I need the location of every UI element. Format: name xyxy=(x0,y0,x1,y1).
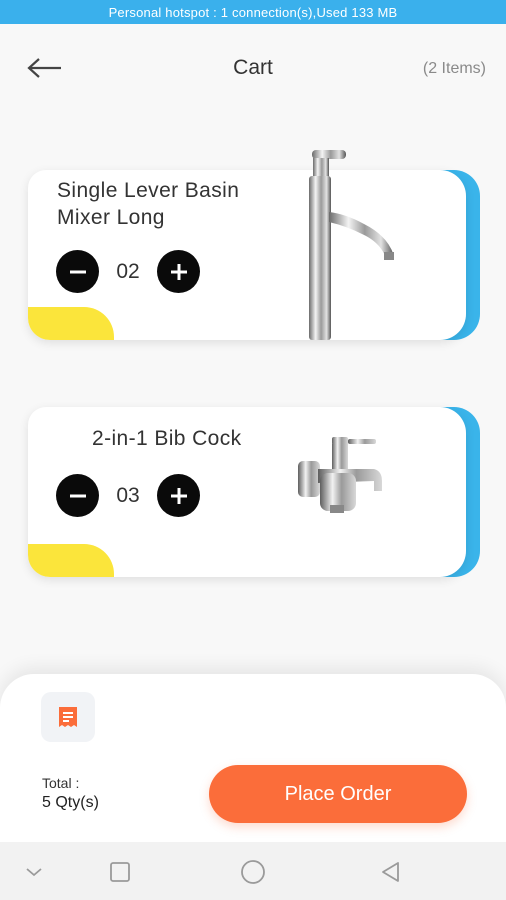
card-corner-decoration xyxy=(28,544,114,577)
basin-mixer-faucet-image xyxy=(309,150,394,340)
status-bar: Personal hotspot : 1 connection(s),Used … xyxy=(0,0,506,24)
header: Cart (2 Items) xyxy=(0,24,506,114)
minus-icon xyxy=(69,270,86,273)
item-count: (2 Items) xyxy=(422,60,486,77)
navigation-bar xyxy=(0,842,506,900)
recents-square-icon xyxy=(110,862,130,882)
product-name-line2: Mixer Long xyxy=(57,206,165,229)
quantity-value: 03 xyxy=(116,483,140,507)
total-quantity: 5 Qty(s) xyxy=(42,794,99,811)
decrease-quantity-button[interactable] xyxy=(56,474,99,517)
plus-icon xyxy=(170,263,187,280)
bib-cock-faucet-image xyxy=(298,437,382,513)
minus-icon xyxy=(69,494,86,497)
increase-quantity-button[interactable] xyxy=(157,250,200,293)
receipt-icon xyxy=(59,707,77,727)
back-triangle-icon xyxy=(382,862,399,882)
quantity-stepper: 03 xyxy=(56,474,200,517)
card-body: Single Lever Basin Mixer Long 02 xyxy=(28,170,466,340)
card-body: 2-in-1 Bib Cock 03 xyxy=(28,407,466,577)
product-name-line1: Single Lever Basin xyxy=(57,179,240,202)
home-circle-icon xyxy=(241,860,265,884)
quantity-value: 02 xyxy=(116,259,140,283)
status-bar-text: Personal hotspot : 1 connection(s),Used … xyxy=(108,4,398,20)
recents-button[interactable] xyxy=(106,858,134,886)
increase-quantity-button[interactable] xyxy=(157,474,200,517)
nav-down-button[interactable] xyxy=(20,858,48,886)
plus-icon xyxy=(170,487,187,504)
total-label: Total : xyxy=(42,775,80,791)
product-name: Single Lever Basin Mixer Long xyxy=(57,177,239,231)
decrease-quantity-button[interactable] xyxy=(56,250,99,293)
cart-item-card: 2-in-1 Bib Cock 03 xyxy=(28,407,480,577)
order-summary-panel: Total : 5 Qty(s) Place Order xyxy=(0,674,506,844)
nav-down-icon xyxy=(26,868,42,877)
place-order-button[interactable]: Place Order xyxy=(209,765,467,823)
receipt-button[interactable] xyxy=(41,692,95,742)
home-button[interactable] xyxy=(239,858,267,886)
product-name: 2-in-1 Bib Cock xyxy=(92,427,242,450)
cart-item-card: Single Lever Basin Mixer Long 02 xyxy=(28,170,480,340)
quantity-stepper: 02 xyxy=(56,250,200,293)
card-corner-decoration xyxy=(28,307,114,340)
back-nav-button[interactable] xyxy=(377,858,405,886)
